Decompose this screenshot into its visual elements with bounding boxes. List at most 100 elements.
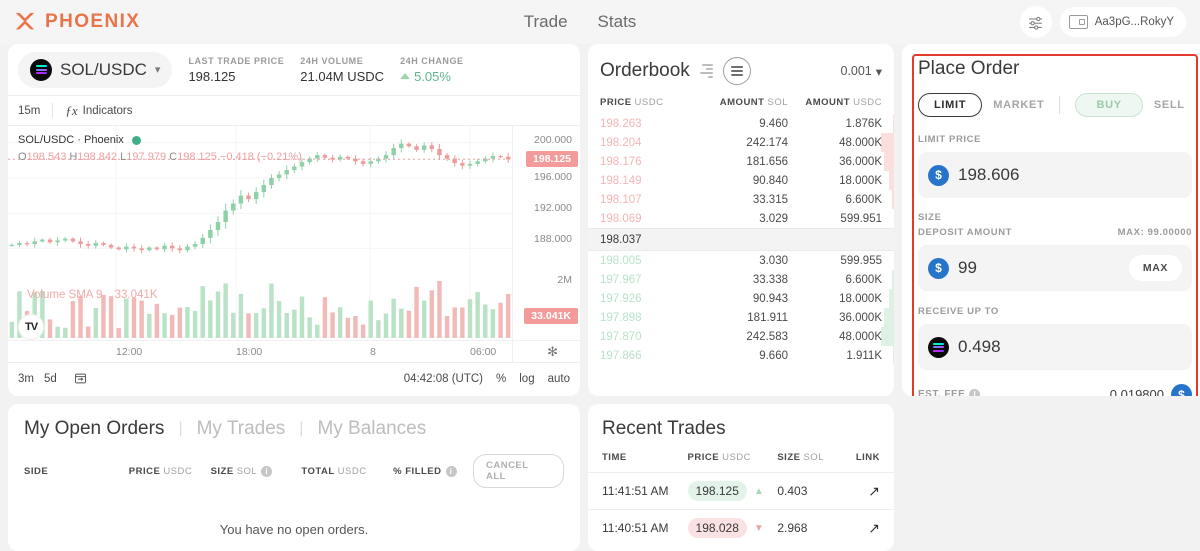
tab-my-trades[interactable]: My Trades	[197, 418, 286, 440]
sol-coin-icon	[928, 336, 949, 358]
wallet-address: Aa3pG...RokyY	[1094, 16, 1174, 28]
max-amount-label: MAX: 99.00000	[1117, 227, 1192, 238]
nav-trade[interactable]: Trade	[524, 12, 568, 32]
nav-stats[interactable]: Stats	[598, 12, 637, 32]
trade-time: 11:40:51 AM	[602, 521, 669, 535]
orderbook-row-bid[interactable]: 197.898 181.911 36.000K	[588, 308, 894, 327]
info-icon[interactable]: i	[261, 465, 273, 477]
orderbook-amount-sol: 9.460	[759, 117, 788, 130]
stat-value: 5.05%	[400, 69, 464, 84]
scale-log-button[interactable]: log	[519, 373, 534, 385]
trade-price-cell: 198.125 ▲	[687, 481, 778, 501]
volume-current-badge: 33.041K	[524, 308, 578, 324]
info-icon[interactable]: i	[445, 465, 457, 477]
orderbook-amount-usdc: 6.600K	[845, 273, 882, 286]
orderbook-row-bid[interactable]: 197.870 242.583 48.000K	[588, 327, 894, 346]
orderbook-amount-usdc: 48.000K	[839, 136, 882, 149]
open-orders-columns: SIDE PRICE USDC SIZE SOL i TOTAL USDC % FILL…	[24, 454, 565, 488]
stat-last-trade-price: LAST TRADE PRICE 198.125	[188, 56, 284, 84]
tab-my-balances[interactable]: My Balances	[317, 418, 426, 440]
brand-logo[interactable]: PHOENIX	[14, 11, 140, 33]
range-3m-button[interactable]: 3m	[18, 373, 34, 385]
orderbook-bids: 198.005 3.030 599.955 197.967 33.338 6.600K 19…	[588, 251, 894, 365]
order-type-market[interactable]: MARKET	[993, 99, 1044, 111]
col-total: TOTAL USDC	[301, 465, 367, 477]
size-label: SIZE	[918, 212, 942, 223]
cancel-all-button[interactable]: CANCEL ALL	[472, 454, 565, 488]
chart-indicators-button[interactable]: ƒx Indicators	[65, 103, 132, 119]
chart-canvas[interactable]: SOL/USDC · Phoenix O198.543 H198.842 L19…	[8, 126, 580, 362]
orderbook-row-ask[interactable]: 198.176 181.656 36.000K	[588, 152, 894, 171]
chart-footer: 3m 5d 04:42:08 (UTC) % log auto	[8, 362, 580, 394]
market-pair-selector[interactable]: SOL/USDC ▾	[18, 51, 173, 88]
orderbook-price: 197.898	[600, 311, 642, 324]
scale-percent-button[interactable]: %	[496, 373, 506, 385]
deposit-amount-value: 99	[958, 258, 977, 277]
caret-up-icon: ▲	[753, 485, 764, 497]
tradingview-logo-icon[interactable]: TV	[18, 314, 44, 340]
recent-trades-title: Recent Trades	[602, 418, 726, 439]
divider: |	[299, 420, 304, 437]
recent-trades-rows: 11:41:51 AM 198.125 ▲ 0.403 ↗ 11:40:51 AM 198.…	[588, 472, 894, 546]
orderbook-amount-usdc: 36.000K	[839, 155, 882, 168]
orderbook-row-bid[interactable]: 197.967 33.338 6.600K	[588, 270, 894, 289]
trade-price: 198.028	[687, 518, 747, 538]
wallet-button[interactable]: Aa3pG...RokyY	[1059, 7, 1186, 37]
orderbook-header: Orderbook 0.001 ▾	[588, 44, 894, 93]
chart-legend-title-row: SOL/USDC · Phoenix	[18, 132, 302, 149]
max-button[interactable]: MAX	[1128, 255, 1182, 281]
receive-amount-value: 0.498	[958, 337, 1001, 356]
orderbook-grouped-icon[interactable]	[722, 57, 751, 85]
orderbook-row-bid[interactable]: 197.866 9.660 1.911K	[588, 346, 894, 365]
orderbook-row-ask[interactable]: 198.069 3.029 599.951	[588, 209, 894, 228]
tab-my-open-orders[interactable]: My Open Orders	[24, 418, 164, 440]
recent-trade-row[interactable]: 11:41:51 AM 198.125 ▲ 0.403 ↗	[588, 472, 894, 509]
scale-auto-button[interactable]: auto	[548, 373, 570, 385]
limit-price-input[interactable]: $ 198.606	[918, 152, 1192, 198]
chevron-down-icon: ▾	[875, 64, 882, 79]
orderbook-amount-usdc: 1.876K	[845, 117, 882, 130]
chart-price-axis: 200.000 198.125 196.000 192.000 188.000 …	[512, 126, 580, 362]
deposit-amount-label: DEPOSIT AMOUNT	[918, 227, 1013, 238]
recent-trade-row[interactable]: 11:40:51 AM 198.028 ▼ 2.968 ↗	[588, 509, 894, 546]
receive-amount-field: 0.498	[918, 324, 1192, 370]
chart-interval-button[interactable]: 15m	[18, 105, 40, 117]
order-side-buy[interactable]: BUY	[1075, 93, 1143, 117]
order-side-sell[interactable]: SELL	[1154, 99, 1185, 111]
orderbook-amount-sol: 181.656	[746, 155, 788, 168]
info-icon[interactable]: i	[969, 389, 981, 396]
orderbook-amount-sol: 3.029	[759, 212, 788, 225]
orderbook-list-icon[interactable]	[699, 64, 713, 78]
orderbook-row-ask[interactable]: 198.204 242.174 48.000K	[588, 133, 894, 152]
deposit-row: DEPOSIT AMOUNT MAX: 99.00000	[918, 227, 1192, 245]
orderbook-price: 198.069	[600, 212, 642, 225]
calendar-sync-icon[interactable]	[73, 371, 88, 386]
col-side: SIDE	[24, 465, 49, 477]
col-time: TIME	[602, 452, 627, 463]
stat-24h-volume: 24H VOLUME 21.04M USDC	[300, 56, 384, 84]
order-type-limit[interactable]: LIMIT	[918, 93, 983, 117]
orderbook-price: 198.263	[600, 117, 642, 130]
divider	[1059, 96, 1061, 114]
deposit-amount-input[interactable]: $ 99 MAX	[918, 245, 1192, 291]
volume-legend: Volume SMA 9 33.041K	[18, 289, 158, 301]
chart-legend-title: SOL/USDC · Phoenix	[18, 134, 124, 146]
orderbook-tick-size-dropdown[interactable]: 0.001 ▾	[840, 64, 882, 79]
col-size: SIZE SOL i	[211, 465, 302, 477]
chart-panel: SOL/USDC ▾ LAST TRADE PRICE 198.125 24H …	[8, 44, 580, 396]
orderbook-row-ask[interactable]: 198.263 9.460 1.876K	[588, 114, 894, 133]
phoenix-logo-icon	[15, 12, 35, 30]
range-5d-button[interactable]: 5d	[44, 373, 57, 385]
trade-link-icon[interactable]: ↗	[842, 483, 880, 500]
orderbook-row-bid[interactable]: 197.926 90.943 18.000K	[588, 289, 894, 308]
orderbook-row-ask[interactable]: 198.107 33.315 6.600K	[588, 190, 894, 209]
orderbook-amount-usdc: 599.951	[840, 212, 882, 225]
trade-link-icon[interactable]: ↗	[842, 520, 880, 537]
stat-value: 21.04M USDC	[300, 68, 385, 84]
orderbook-row-bid[interactable]: 198.005 3.030 599.955	[588, 251, 894, 270]
place-order-tabs: LIMIT MARKET BUY SELL	[918, 93, 1192, 117]
orderbook-row-ask[interactable]: 198.149 90.840 18.000K	[588, 171, 894, 190]
app-header: PHOENIX Trade Stats Aa3pG...RokyY	[0, 0, 1200, 44]
settings-button[interactable]	[1019, 6, 1052, 38]
main-grid: SOL/USDC ▾ LAST TRADE PRICE 198.125 24H …	[0, 44, 1200, 551]
